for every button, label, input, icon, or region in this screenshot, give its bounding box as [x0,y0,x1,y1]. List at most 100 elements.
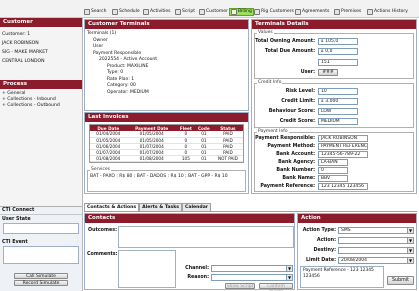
payment-method-field[interactable]: PAYMENT REFERENCE [318,143,368,150]
last-invoices-panel: Last Invoices Due Date Payment Date Flee… [84,112,249,194]
bank-name-label: Bank Name: [282,176,315,181]
destiny-select[interactable] [338,247,414,254]
bank-name-field[interactable]: BBV [318,175,348,182]
action-dropdown-icon[interactable]: ▼ [407,237,414,244]
agreements-button[interactable]: Agreements [295,8,329,16]
total-due-field[interactable]: £ 0,0 [318,48,358,55]
tab-contacts-actions[interactable]: Contacts & Actions [84,203,140,211]
script-button[interactable]: Script [175,8,195,16]
action-select[interactable] [338,237,414,244]
action-panel: Action Action Type: SMS ▼ Action: ▼ Dest… [297,213,417,290]
process-panel-title: Process [0,80,82,89]
script-icon [175,9,181,15]
outcomes-field[interactable] [118,226,294,248]
table-row[interactable]: 01/08/2004 01/08/2004 105 01 NOT PAID [90,155,243,162]
reason-select[interactable] [211,274,293,281]
process-item-outbound[interactable]: + Collections - Outbound [2,103,60,109]
values-legend: Values [257,30,274,35]
services-legend: Services [90,167,111,172]
risk-level-field[interactable]: 10 [318,88,358,95]
search-button[interactable]: Search [84,8,106,16]
contacts-title: Contacts [85,214,294,223]
schedule-button[interactable]: Schedule [112,8,140,16]
tab-calendar[interactable]: Calendar [181,203,212,211]
destiny-dropdown-icon[interactable]: ▼ [407,247,414,254]
action-type-dropdown-icon[interactable]: ▼ [407,227,414,234]
customer-info: Customer: 1 JACK ROBINSON SIG - MAKE MAR… [2,30,48,66]
credit-info-legend: Credit Info [257,80,283,85]
action-label: Action: [316,238,336,243]
reason-dropdown-icon[interactable]: ▼ [286,274,293,281]
customer-segment: SIG - MAKE MARKET [2,50,48,55]
billing-button[interactable]: Billing [229,8,254,16]
user-button[interactable]: ### [318,69,338,76]
customer-terminals-title: Customer Terminals [85,20,248,29]
search-icon [84,9,90,15]
total-due-label: Total Due Amount: [264,49,315,54]
confirm-action-button[interactable]: Confirm Action [259,283,293,291]
invoices-header-row: Due Date Payment Date Fleet Code Status [90,125,243,131]
action-preview-text[interactable]: Payment Reference - 123 12345 123456 [300,266,384,288]
tab-alerts-tasks[interactable]: Alerts & Tasks [139,203,182,211]
bank-number-field[interactable]: 0 [318,167,348,174]
payment-method-label: Payment Method: [267,144,315,149]
payment-info-legend: Payment Info [257,129,289,134]
action-type-select[interactable]: SMS [338,227,414,234]
payment-reference-field[interactable]: 123 12345 123456 [318,183,368,190]
show-script-button[interactable]: Show Script [225,283,255,289]
customer-icon [199,9,205,15]
credit-limit-field[interactable]: £ 3.000 [318,98,358,105]
last-invoices-title: Last Invoices [85,113,248,122]
destiny-label: Destiny: [313,248,337,253]
total-owning-label: Total Owning Amount: [255,39,315,44]
submit-button[interactable]: Submit [387,276,414,285]
bottom-tabs: Contacts & Actions Alerts & Tasks Calend… [84,203,417,212]
cti-section: CTI Connect User State CTI Event Call Si… [0,206,82,291]
behaviour-score-field[interactable]: LOW [318,108,358,115]
activities-icon [143,9,149,15]
payment-responsible-field[interactable]: JACK ROBINSON [318,135,368,142]
user-state-field[interactable] [3,223,79,234]
reason-label: Reason: [187,275,209,280]
credit-info-group: Credit Info Risk Level: 10 Credit Limit:… [254,80,414,128]
terminals-details-panel: Terminals Details Values Total Owning Am… [251,19,417,194]
toolbar: Search Schedule Activities Script Custom… [0,0,419,18]
cti-event-field[interactable] [3,246,79,264]
payment-info-group: Payment Info Payment Responsible: JACK R… [254,129,414,192]
channel-dropdown-icon[interactable]: ▼ [286,265,293,272]
comments-field[interactable] [118,250,176,288]
invoices-table: Due Date Payment Date Fleet Code Status … [90,125,243,162]
bank-account-label: Bank Account: [276,152,315,157]
action-title: Action [298,214,416,223]
count-field[interactable]: 151 [318,59,358,66]
billing-icon [231,9,237,15]
history-icon [367,9,373,15]
premises-icon [334,9,340,15]
actions-history-button[interactable]: Actions History [367,8,408,16]
premises-button[interactable]: Premises [334,8,361,16]
customer-number: Customer: 1 [2,32,31,37]
services-text: BAT - PAXO : R$ 80 ; BAT - DADOS : R$ 10… [90,174,228,179]
channel-label: Channel: [185,266,209,271]
record-simulate-button[interactable]: Record Simulate [14,280,68,286]
limit-date-field[interactable]: 20/08/2004 [338,257,414,264]
bank-agency-field[interactable]: LA-BAN [318,159,348,166]
user-state-label: User State [2,217,31,222]
channel-select[interactable] [211,265,293,272]
activities-button[interactable]: Activities [143,8,171,16]
comments-label: Comments: [87,252,118,257]
cti-connect-label[interactable]: CTI Connect [2,208,34,213]
customer-button[interactable]: Customer [199,8,228,16]
credit-score-field[interactable]: MEDIUM [318,118,358,125]
call-simulate-button[interactable]: Call Simulate [14,273,68,279]
behaviour-score-label: Behaviour Score: [268,109,315,114]
bank-account-field[interactable]: 12345-56-789-22 [318,151,368,158]
customer-terminals-panel: Customer Terminals Terminals (1) Owner U… [84,19,249,111]
tree-operator: Operator: MEDIUM [107,89,149,95]
outcomes-label: Outcomes: [88,228,117,233]
action-type-label: Action Type: [302,228,336,233]
left-panel: Customer Customer: 1 JACK ROBINSON SIG -… [0,18,83,291]
total-owning-field[interactable]: £ 105,0 [318,38,358,45]
rig-customers-button[interactable]: Rig Customers [254,8,294,16]
calendar-dropdown-icon[interactable]: ▼ [407,257,414,264]
